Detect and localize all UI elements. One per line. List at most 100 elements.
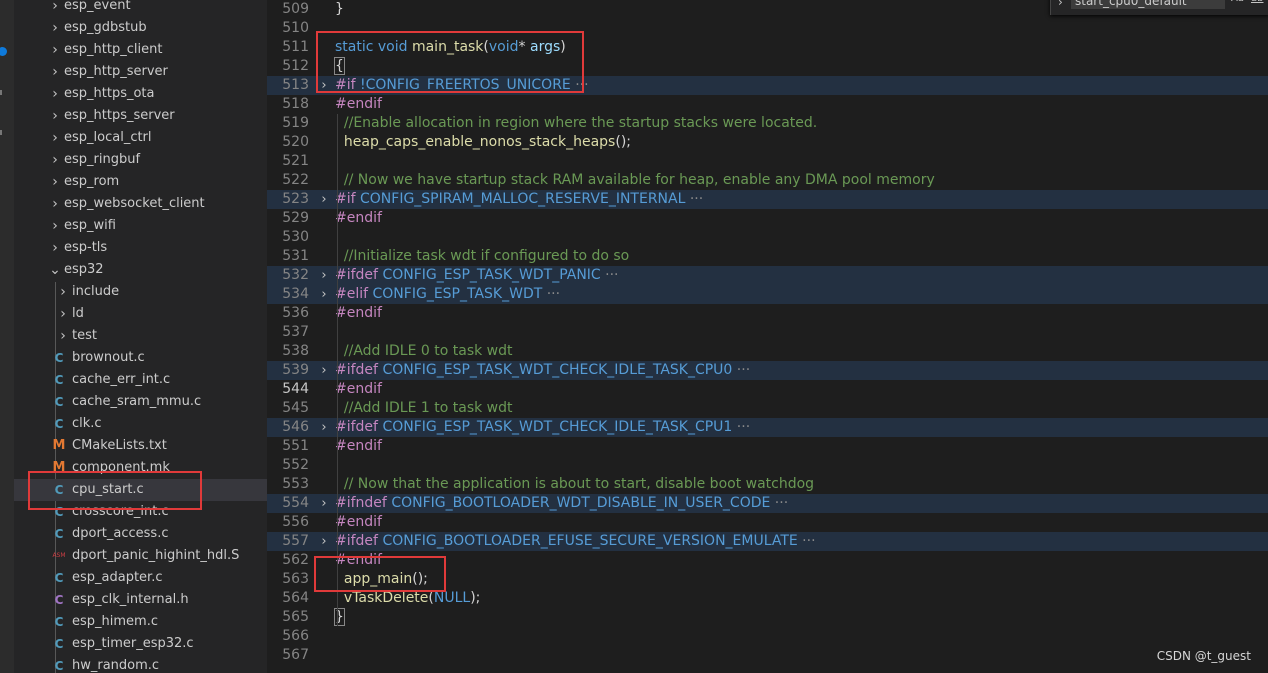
tree-folder[interactable]: › esp_wifi bbox=[14, 215, 267, 237]
code-line[interactable]: 551 #endif bbox=[267, 437, 1268, 456]
code-token: CONFIG_SPIRAM_MALLOC_RESERVE_INTERNAL bbox=[360, 191, 686, 207]
line-number: 563 bbox=[282, 571, 309, 587]
line-number: 522 bbox=[282, 172, 309, 188]
tree-file[interactable]: Cesp_adapter.c bbox=[14, 567, 267, 589]
code-line[interactable]: 557 › #ifdef CONFIG_BOOTLOADER_EFUSE_SECUR… bbox=[267, 532, 1268, 551]
tree-folder[interactable]: › esp_rom bbox=[14, 171, 267, 193]
line-number: 509 bbox=[282, 1, 309, 17]
line-number: 544 bbox=[282, 381, 309, 397]
code-line[interactable]: 539 › #ifdef CONFIG_ESP_TASK_WDT_CHECK_IDL… bbox=[267, 361, 1268, 380]
tree-file[interactable]: Ccache_err_int.c bbox=[14, 369, 267, 391]
tree-folder[interactable]: › esp_https_ota bbox=[14, 83, 267, 105]
code-line[interactable]: 519 //Enable allocation in region where … bbox=[267, 114, 1268, 133]
tree-folder[interactable]: › test bbox=[14, 325, 267, 347]
tree-folder[interactable]: › esp_local_ctrl bbox=[14, 127, 267, 149]
tree-file[interactable]: Cesp_timer_esp32.c bbox=[14, 633, 267, 655]
tree-file[interactable]: Cbrownout.c bbox=[14, 347, 267, 369]
code-line[interactable]: 567 bbox=[267, 646, 1268, 665]
code-line[interactable]: 552 bbox=[267, 456, 1268, 475]
line-number: 554 bbox=[282, 495, 309, 511]
code-line[interactable]: 534 › #elif CONFIG_ESP_TASK_WDT ··· bbox=[267, 285, 1268, 304]
code-line[interactable]: 518 #endif bbox=[267, 95, 1268, 114]
code-line[interactable]: 566 bbox=[267, 627, 1268, 646]
fold-expand-chevron-icon[interactable]: › bbox=[318, 285, 330, 304]
code-text: #if CONFIG_SPIRAM_MALLOC_RESERVE_INTERNA… bbox=[335, 190, 703, 209]
whole-word-button[interactable]: ab bbox=[1251, 0, 1263, 4]
code-line[interactable]: 556 #endif bbox=[267, 513, 1268, 532]
code-token: ··· bbox=[542, 286, 561, 302]
tree-folder[interactable]: ⌄ esp32 bbox=[14, 259, 267, 281]
c-file-icon: C bbox=[54, 637, 64, 651]
chevron-right-icon: › bbox=[52, 174, 58, 190]
code-line[interactable]: 565} bbox=[267, 608, 1268, 627]
code-text: #endif bbox=[335, 437, 382, 456]
tree-folder[interactable]: › esp_https_server bbox=[14, 105, 267, 127]
code-line[interactable]: 554 › #ifndef CONFIG_BOOTLOADER_WDT_DISABL… bbox=[267, 494, 1268, 513]
code-line[interactable]: 520 heap_caps_enable_nonos_stack_heaps()… bbox=[267, 133, 1268, 152]
line-number: 567 bbox=[282, 647, 309, 663]
tree-file[interactable]: Cesp_clk_internal.h bbox=[14, 589, 267, 611]
activity-icon-fragment[interactable] bbox=[0, 90, 2, 95]
fold-expand-chevron-icon[interactable]: › bbox=[318, 361, 330, 380]
h-file-icon: C bbox=[54, 593, 64, 607]
notification-badge[interactable] bbox=[0, 47, 7, 56]
tree-folder[interactable]: › esp-tls bbox=[14, 237, 267, 259]
tree-folder[interactable]: › esp_ringbuf bbox=[14, 149, 267, 171]
code-line[interactable]: 523 › #if CONFIG_SPIRAM_MALLOC_RESERVE_INT… bbox=[267, 190, 1268, 209]
code-token: ··· bbox=[797, 533, 816, 549]
line-number: 546 bbox=[282, 419, 309, 435]
code-line[interactable]: 538 //Add IDLE 0 to task wdt bbox=[267, 342, 1268, 361]
tree-folder[interactable]: › esp_gdbstub bbox=[14, 17, 267, 39]
code-line[interactable]: 530 bbox=[267, 228, 1268, 247]
code-token: ··· bbox=[600, 267, 619, 283]
toggle-replace-chevron-icon[interactable]: › bbox=[1058, 0, 1063, 9]
code-line[interactable]: 521 bbox=[267, 152, 1268, 171]
code-token: #if bbox=[335, 191, 360, 207]
fold-expand-chevron-icon[interactable]: › bbox=[318, 266, 330, 285]
fold-expand-chevron-icon[interactable]: › bbox=[318, 494, 330, 513]
line-number: 520 bbox=[282, 134, 309, 150]
code-line[interactable]: 545 //Add IDLE 1 to task wdt bbox=[267, 399, 1268, 418]
tree-folder[interactable]: › esp_websocket_client bbox=[14, 193, 267, 215]
code-line[interactable]: 553 // Now that the application is about… bbox=[267, 475, 1268, 494]
tree-folder[interactable]: › esp_http_server bbox=[14, 61, 267, 83]
indent-guide bbox=[337, 114, 338, 626]
code-text: #ifdef CONFIG_ESP_TASK_WDT_CHECK_IDLE_TA… bbox=[335, 361, 750, 380]
find-input[interactable]: start_cpu0_default bbox=[1071, 0, 1225, 9]
code-line[interactable]: 531 //Initialize task wdt if configured … bbox=[267, 247, 1268, 266]
tree-item-label: esp_https_server bbox=[64, 108, 175, 123]
code-editor[interactable]: 567 566 565} 564 vTaskDelete(NULL); 563 app_… bbox=[267, 0, 1268, 673]
tree-folder[interactable]: › esp_event bbox=[14, 0, 267, 17]
code-line[interactable]: 522 // Now we have startup stack RAM ava… bbox=[267, 171, 1268, 190]
activity-icon-fragment[interactable] bbox=[0, 130, 2, 135]
fold-expand-chevron-icon[interactable]: › bbox=[318, 532, 330, 551]
code-line[interactable]: 536 #endif bbox=[267, 304, 1268, 323]
code-line[interactable]: 544 #endif bbox=[267, 380, 1268, 399]
fold-expand-chevron-icon[interactable]: › bbox=[318, 190, 330, 209]
tree-folder[interactable]: › include bbox=[14, 281, 267, 303]
line-number: 536 bbox=[282, 305, 309, 321]
code-text: //Add IDLE 0 to task wdt bbox=[335, 342, 513, 361]
code-line[interactable]: 529 #endif bbox=[267, 209, 1268, 228]
code-text: //Add IDLE 1 to task wdt bbox=[335, 399, 513, 418]
tree-file[interactable]: Cdport_access.c bbox=[14, 523, 267, 545]
tree-file[interactable]: ASM dport_panic_highint_hdl.S bbox=[14, 545, 267, 567]
tree-folder[interactable]: › esp_http_client bbox=[14, 39, 267, 61]
tree-file[interactable]: Ccache_sram_mmu.c bbox=[14, 391, 267, 413]
tree-file[interactable]: M CMakeLists.txt bbox=[14, 435, 267, 457]
tree-file[interactable]: Cclk.c bbox=[14, 413, 267, 435]
chevron-right-icon: › bbox=[52, 130, 58, 146]
tree-folder[interactable]: › ld bbox=[14, 303, 267, 325]
match-case-button[interactable]: Aa bbox=[1231, 0, 1244, 4]
code-line[interactable]: 546 › #ifdef CONFIG_ESP_TASK_WDT_CHECK_IDL… bbox=[267, 418, 1268, 437]
line-number: 565 bbox=[282, 609, 309, 625]
code-token: vTaskDelete bbox=[343, 590, 429, 606]
chevron-right-icon: › bbox=[52, 108, 58, 124]
tree-item-label: esp_event bbox=[64, 0, 131, 13]
tree-file[interactable]: Cesp_himem.c bbox=[14, 611, 267, 633]
line-number: 521 bbox=[282, 153, 309, 169]
tree-file[interactable]: Chw_random.c bbox=[14, 655, 267, 673]
code-line[interactable]: 532 › #ifdef CONFIG_ESP_TASK_WDT_PANIC ··· bbox=[267, 266, 1268, 285]
fold-expand-chevron-icon[interactable]: › bbox=[318, 418, 330, 437]
code-line[interactable]: 537 bbox=[267, 323, 1268, 342]
